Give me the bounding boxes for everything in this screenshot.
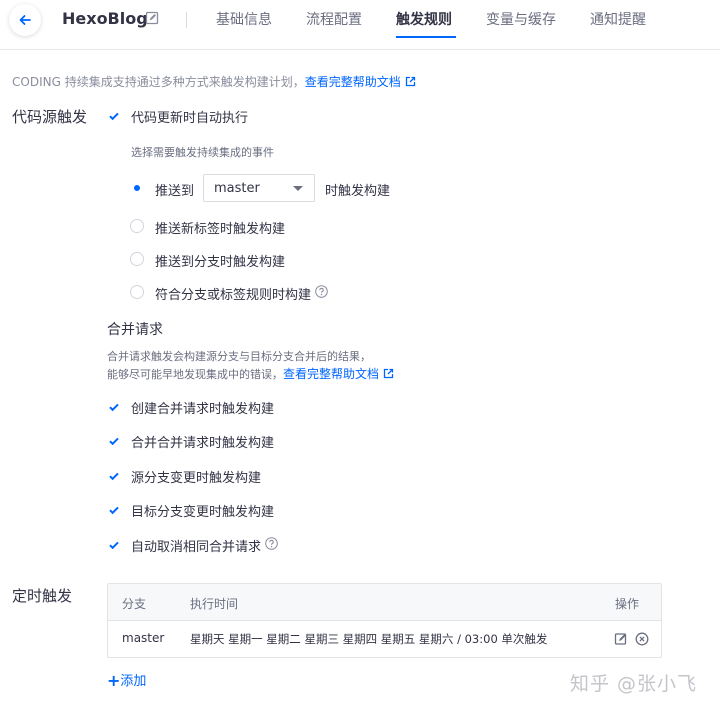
tab-trigger-rules[interactable]: 触发规则: [396, 9, 452, 29]
column-header-ops: 操作: [615, 597, 640, 611]
event-hint: 选择需要触发持续集成的事件: [131, 146, 274, 159]
mr-merge-label: 合并合并请求时触发构建: [131, 436, 275, 451]
branch-select-value: master: [214, 181, 260, 196]
mr-source-change-label: 源分支变更时触发构建: [131, 471, 262, 486]
watermark: 知乎 @张小飞: [570, 673, 698, 695]
push-any-branch-radio[interactable]: [130, 252, 144, 266]
external-link-icon[interactable]: [405, 76, 416, 87]
code-trigger-label: 代码源触发: [12, 108, 88, 126]
edit-icon[interactable]: [145, 11, 159, 25]
mr-source-change-checkbox[interactable]: [107, 469, 121, 483]
tab-pipeline-config[interactable]: 流程配置: [306, 9, 362, 29]
new-tag-radio[interactable]: [130, 219, 144, 233]
auto-run-checkbox[interactable]: [107, 109, 121, 123]
header-divider: [186, 12, 187, 28]
scheduled-trigger-label: 定时触发: [12, 587, 73, 605]
plus-icon: +: [107, 671, 121, 690]
checkmark-icon: [109, 437, 119, 446]
delete-circle-icon[interactable]: [635, 632, 649, 646]
merge-request-desc: 合并请求触发会构建源分支与目标分支合并后的结果，: [107, 350, 371, 363]
tab-notifications[interactable]: 通知提醒: [590, 9, 646, 29]
merge-request-desc-text: 能够尽可能早地发现集成中的错误，: [107, 368, 283, 381]
rule-match-label: 符合分支或标签规则时构建: [155, 288, 312, 303]
column-header-time: 执行时间: [190, 597, 239, 611]
push-prefix-label: 推送到: [155, 184, 195, 199]
push-any-branch-label: 推送到分支时触发构建: [155, 255, 286, 270]
help-circle-icon[interactable]: [315, 285, 328, 298]
merge-request-desc-2: 能够尽可能早地发现集成中的错误，查看完整帮助文档: [107, 365, 394, 382]
merge-help-link[interactable]: 查看完整帮助文档: [283, 367, 379, 381]
project-title: HexoBlog: [62, 9, 148, 28]
row-time: 星期天 星期一 星期二 星期三 星期四 星期五 星期六 / 03:00 单次触发: [190, 632, 548, 646]
checkmark-icon: [109, 506, 119, 515]
mr-target-change-label: 目标分支变更时触发构建: [131, 505, 275, 520]
add-schedule-label: 添加: [120, 674, 147, 689]
checkmark-icon: [109, 112, 119, 121]
intro-text: CODING 持续集成支持通过多种方式来触发构建计划，查看完整帮助文档: [12, 73, 416, 90]
rule-match-radio[interactable]: [130, 285, 144, 299]
row-branch: master: [122, 631, 165, 645]
push-branch-radio[interactable]: [130, 181, 144, 195]
intro-description: CODING 持续集成支持通过多种方式来触发构建计划，: [12, 75, 305, 89]
mr-create-label: 创建合并请求时触发构建: [131, 402, 275, 417]
mr-auto-cancel-checkbox[interactable]: [107, 538, 121, 552]
back-button[interactable]: [9, 4, 41, 36]
checkmark-icon: [109, 541, 119, 550]
active-tab-indicator: [396, 36, 456, 38]
add-schedule-button[interactable]: +添加: [107, 670, 146, 690]
help-doc-link[interactable]: 查看完整帮助文档: [305, 75, 401, 89]
column-header-branch: 分支: [122, 597, 147, 611]
mr-auto-cancel-label: 自动取消相同合并请求: [131, 540, 262, 555]
checkmark-icon: [109, 472, 119, 481]
auto-run-label: 代码更新时自动执行: [131, 111, 249, 126]
mr-target-change-checkbox[interactable]: [107, 503, 121, 517]
tab-basic-info[interactable]: 基础信息: [216, 9, 272, 29]
arrow-left-icon: [19, 15, 31, 25]
top-bar: HexoBlog 基础信息 流程配置 触发规则 变量与缓存 通知提醒: [0, 0, 720, 50]
mr-create-checkbox[interactable]: [107, 400, 121, 414]
schedule-table: 分支 执行时间 操作 master 星期天 星期一 星期二 星期三 星期四 星期…: [107, 583, 662, 658]
mr-merge-checkbox[interactable]: [107, 434, 121, 448]
tab-variables-cache[interactable]: 变量与缓存: [486, 9, 556, 29]
new-tag-label: 推送新标签时触发构建: [155, 222, 286, 237]
help-circle-icon[interactable]: [265, 537, 278, 550]
merge-request-title: 合并请求: [107, 322, 163, 338]
branch-select[interactable]: master: [203, 174, 315, 202]
edit-icon[interactable]: [614, 632, 628, 646]
caret-down-icon: [293, 186, 303, 191]
checkmark-icon: [109, 403, 119, 412]
external-link-icon[interactable]: [383, 368, 394, 379]
push-suffix-label: 时触发构建: [325, 184, 391, 199]
